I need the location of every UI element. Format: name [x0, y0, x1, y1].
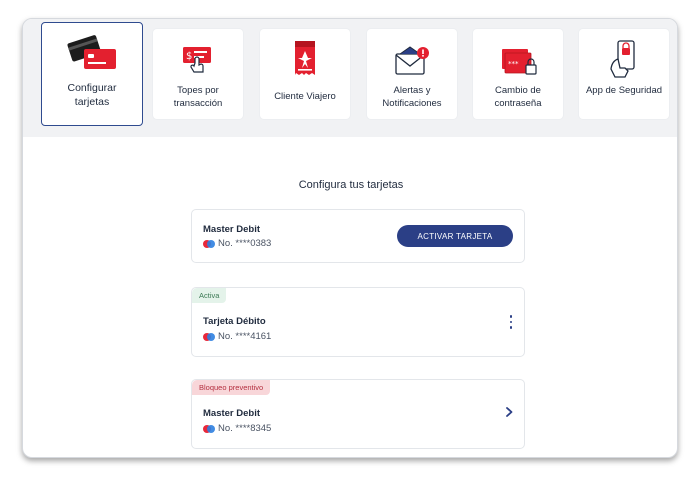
- credit-cards-icon: [62, 23, 122, 73]
- card-number-text: No. ****4161: [218, 331, 272, 342]
- password-change-icon: ***: [488, 29, 548, 81]
- card-name: Tarjeta Débito: [203, 316, 266, 327]
- mastercard-logo-icon: [203, 239, 215, 248]
- tile-cliente-viajero[interactable]: Cliente Viajero: [260, 29, 350, 119]
- mastercard-logo-icon: [203, 332, 215, 341]
- more-options-icon[interactable]: [508, 315, 514, 329]
- settings-panel: Configurar tarjetas $ Topes por transacc…: [22, 18, 678, 458]
- tile-app-seguridad[interactable]: App de Seguridad: [579, 29, 669, 119]
- status-badge: Activa: [192, 288, 227, 303]
- tile-label: Topes por transacción: [173, 85, 223, 109]
- tile-label: Cliente Viajero: [274, 91, 336, 102]
- tile-alertas-notificaciones[interactable]: Alertas y Notificaciones: [367, 29, 457, 119]
- tile-cambio-contrasena[interactable]: *** Cambio de contraseña: [473, 29, 563, 119]
- transaction-limit-icon: $: [168, 29, 228, 81]
- mastercard-logo-icon: [203, 424, 215, 433]
- card-number: No. ****8345: [203, 423, 271, 434]
- card-name: Master Debit: [203, 408, 261, 419]
- card-master-debit-8345[interactable]: Bloqueo preventivo Master Debit No. ****…: [191, 379, 525, 449]
- svg-text:$: $: [186, 51, 192, 62]
- card-number-text: No. ****8345: [218, 423, 272, 434]
- card-master-debit-0383: Master Debit No. ****0383 ACTIVAR TARJET…: [191, 209, 525, 263]
- svg-text:***: ***: [508, 60, 519, 68]
- security-app-icon: [594, 29, 654, 81]
- tile-configurar-tarjetas[interactable]: Configurar tarjetas: [41, 22, 143, 126]
- card-number: No. ****4161: [203, 331, 271, 342]
- card-number: No. ****0383: [203, 238, 271, 249]
- card-number-text: No. ****0383: [218, 238, 272, 249]
- tile-label: Configurar tarjetas: [67, 82, 117, 108]
- status-badge: Bloqueo preventivo: [192, 380, 271, 395]
- settings-tile-bar: Configurar tarjetas $ Topes por transacc…: [23, 19, 677, 137]
- tile-label: Alertas y Notificaciones: [382, 85, 442, 109]
- traveler-ticket-icon: [275, 29, 335, 81]
- card-name: Master Debit: [203, 224, 261, 235]
- tile-label: Cambio de contraseña: [494, 85, 542, 109]
- chevron-right-icon[interactable]: [504, 406, 514, 418]
- card-tarjeta-debito-4161[interactable]: Activa Tarjeta Débito No. ****4161: [191, 287, 525, 357]
- page-title: Configura tus tarjetas: [298, 179, 404, 191]
- tile-label: App de Seguridad: [585, 85, 663, 96]
- activate-card-button[interactable]: ACTIVAR TARJETA: [397, 225, 513, 247]
- tile-topes-por-transaccion[interactable]: $ Topes por transacción: [153, 29, 243, 119]
- alert-envelope-icon: [382, 29, 442, 81]
